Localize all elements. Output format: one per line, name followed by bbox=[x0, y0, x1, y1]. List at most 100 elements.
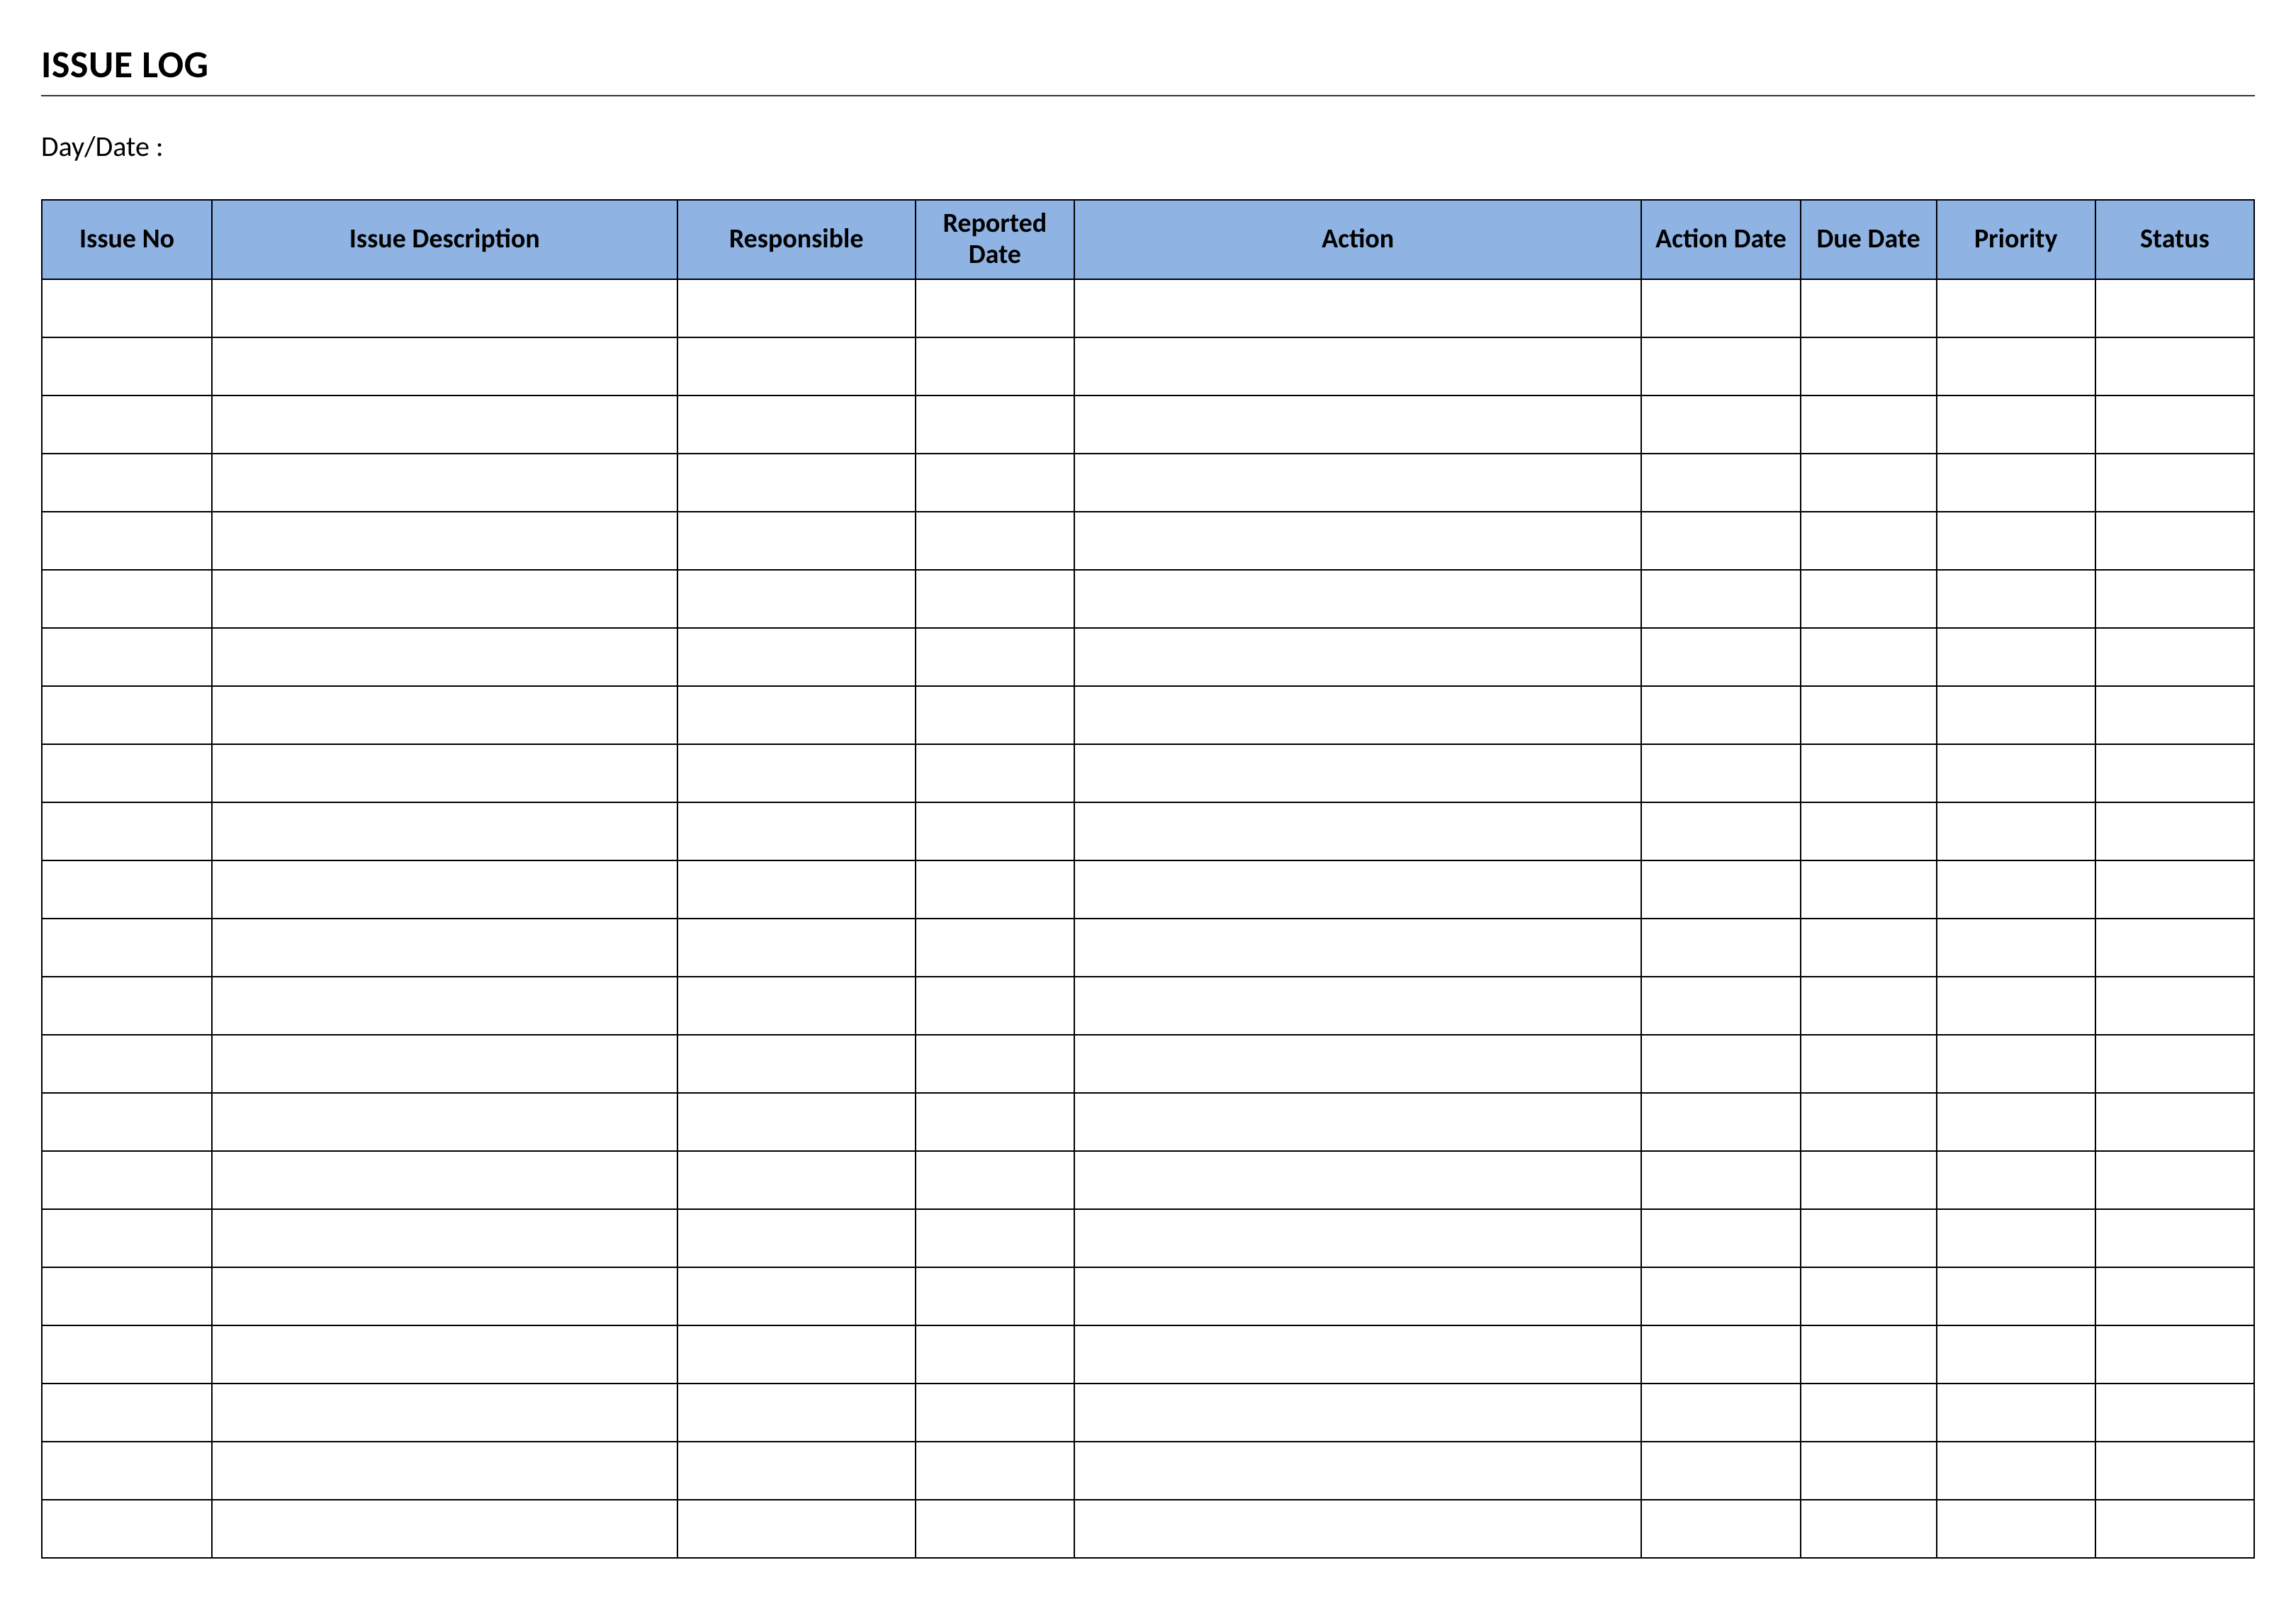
table-cell[interactable] bbox=[1641, 919, 1800, 977]
table-cell[interactable] bbox=[212, 1267, 677, 1325]
table-cell[interactable] bbox=[1937, 1500, 2095, 1558]
table-cell[interactable] bbox=[212, 1325, 677, 1384]
table-cell[interactable] bbox=[1641, 744, 1800, 802]
table-cell[interactable] bbox=[42, 337, 212, 395]
table-cell[interactable] bbox=[1801, 802, 1937, 860]
table-cell[interactable] bbox=[2095, 628, 2254, 686]
table-cell[interactable] bbox=[1074, 395, 1642, 454]
table-cell[interactable] bbox=[1074, 1500, 1642, 1558]
table-cell[interactable] bbox=[42, 1093, 212, 1151]
table-cell[interactable] bbox=[1801, 744, 1937, 802]
table-cell[interactable] bbox=[2095, 1384, 2254, 1442]
table-cell[interactable] bbox=[916, 570, 1074, 628]
table-cell[interactable] bbox=[42, 454, 212, 512]
table-cell[interactable] bbox=[677, 802, 916, 860]
table-cell[interactable] bbox=[42, 686, 212, 744]
table-cell[interactable] bbox=[2095, 1151, 2254, 1209]
table-cell[interactable] bbox=[2095, 1500, 2254, 1558]
table-cell[interactable] bbox=[916, 1384, 1074, 1442]
table-cell[interactable] bbox=[677, 337, 916, 395]
table-cell[interactable] bbox=[1641, 1384, 1800, 1442]
table-cell[interactable] bbox=[1641, 395, 1800, 454]
table-cell[interactable] bbox=[1641, 1500, 1800, 1558]
table-cell[interactable] bbox=[1641, 860, 1800, 919]
table-cell[interactable] bbox=[1641, 1442, 1800, 1500]
table-cell[interactable] bbox=[212, 279, 677, 337]
table-cell[interactable] bbox=[2095, 1209, 2254, 1267]
table-cell[interactable] bbox=[1937, 919, 2095, 977]
table-cell[interactable] bbox=[2095, 744, 2254, 802]
table-cell[interactable] bbox=[1801, 1384, 1937, 1442]
table-cell[interactable] bbox=[1641, 802, 1800, 860]
table-cell[interactable] bbox=[42, 1442, 212, 1500]
table-cell[interactable] bbox=[677, 279, 916, 337]
table-cell[interactable] bbox=[1074, 860, 1642, 919]
table-cell[interactable] bbox=[916, 279, 1074, 337]
table-cell[interactable] bbox=[212, 628, 677, 686]
table-cell[interactable] bbox=[212, 802, 677, 860]
table-cell[interactable] bbox=[677, 1442, 916, 1500]
table-cell[interactable] bbox=[2095, 279, 2254, 337]
table-cell[interactable] bbox=[1074, 628, 1642, 686]
table-cell[interactable] bbox=[1801, 919, 1937, 977]
table-cell[interactable] bbox=[1074, 512, 1642, 570]
table-cell[interactable] bbox=[1641, 512, 1800, 570]
table-cell[interactable] bbox=[42, 1500, 212, 1558]
table-cell[interactable] bbox=[1937, 1442, 2095, 1500]
table-cell[interactable] bbox=[916, 1267, 1074, 1325]
table-cell[interactable] bbox=[916, 1093, 1074, 1151]
table-cell[interactable] bbox=[1801, 628, 1937, 686]
table-cell[interactable] bbox=[1801, 512, 1937, 570]
table-cell[interactable] bbox=[1801, 279, 1937, 337]
table-cell[interactable] bbox=[916, 977, 1074, 1035]
table-cell[interactable] bbox=[42, 1035, 212, 1093]
table-cell[interactable] bbox=[42, 802, 212, 860]
table-cell[interactable] bbox=[916, 802, 1074, 860]
table-cell[interactable] bbox=[677, 454, 916, 512]
table-cell[interactable] bbox=[1801, 1151, 1937, 1209]
table-cell[interactable] bbox=[677, 1267, 916, 1325]
table-cell[interactable] bbox=[1801, 1035, 1937, 1093]
table-cell[interactable] bbox=[1937, 686, 2095, 744]
table-cell[interactable] bbox=[212, 1500, 677, 1558]
table-cell[interactable] bbox=[2095, 977, 2254, 1035]
table-cell[interactable] bbox=[1641, 686, 1800, 744]
table-cell[interactable] bbox=[212, 512, 677, 570]
table-cell[interactable] bbox=[1937, 512, 2095, 570]
table-cell[interactable] bbox=[677, 395, 916, 454]
table-cell[interactable] bbox=[1074, 1325, 1642, 1384]
table-cell[interactable] bbox=[42, 919, 212, 977]
table-cell[interactable] bbox=[916, 1035, 1074, 1093]
table-cell[interactable] bbox=[42, 395, 212, 454]
table-cell[interactable] bbox=[916, 919, 1074, 977]
table-cell[interactable] bbox=[2095, 802, 2254, 860]
table-cell[interactable] bbox=[212, 570, 677, 628]
table-cell[interactable] bbox=[1074, 686, 1642, 744]
table-cell[interactable] bbox=[916, 512, 1074, 570]
table-cell[interactable] bbox=[42, 1209, 212, 1267]
table-cell[interactable] bbox=[2095, 1035, 2254, 1093]
table-cell[interactable] bbox=[1801, 686, 1937, 744]
table-cell[interactable] bbox=[42, 1267, 212, 1325]
table-cell[interactable] bbox=[1937, 744, 2095, 802]
table-cell[interactable] bbox=[1937, 570, 2095, 628]
table-cell[interactable] bbox=[42, 977, 212, 1035]
table-cell[interactable] bbox=[916, 454, 1074, 512]
table-cell[interactable] bbox=[916, 1151, 1074, 1209]
table-cell[interactable] bbox=[42, 1151, 212, 1209]
table-cell[interactable] bbox=[1074, 1035, 1642, 1093]
table-cell[interactable] bbox=[1801, 570, 1937, 628]
table-cell[interactable] bbox=[677, 1093, 916, 1151]
table-cell[interactable] bbox=[1801, 454, 1937, 512]
table-cell[interactable] bbox=[916, 628, 1074, 686]
table-cell[interactable] bbox=[42, 860, 212, 919]
table-cell[interactable] bbox=[212, 454, 677, 512]
table-cell[interactable] bbox=[1801, 1093, 1937, 1151]
table-cell[interactable] bbox=[1801, 337, 1937, 395]
table-cell[interactable] bbox=[2095, 395, 2254, 454]
table-cell[interactable] bbox=[1074, 1093, 1642, 1151]
table-cell[interactable] bbox=[1937, 1325, 2095, 1384]
table-cell[interactable] bbox=[916, 395, 1074, 454]
table-cell[interactable] bbox=[2095, 1093, 2254, 1151]
table-cell[interactable] bbox=[2095, 1442, 2254, 1500]
